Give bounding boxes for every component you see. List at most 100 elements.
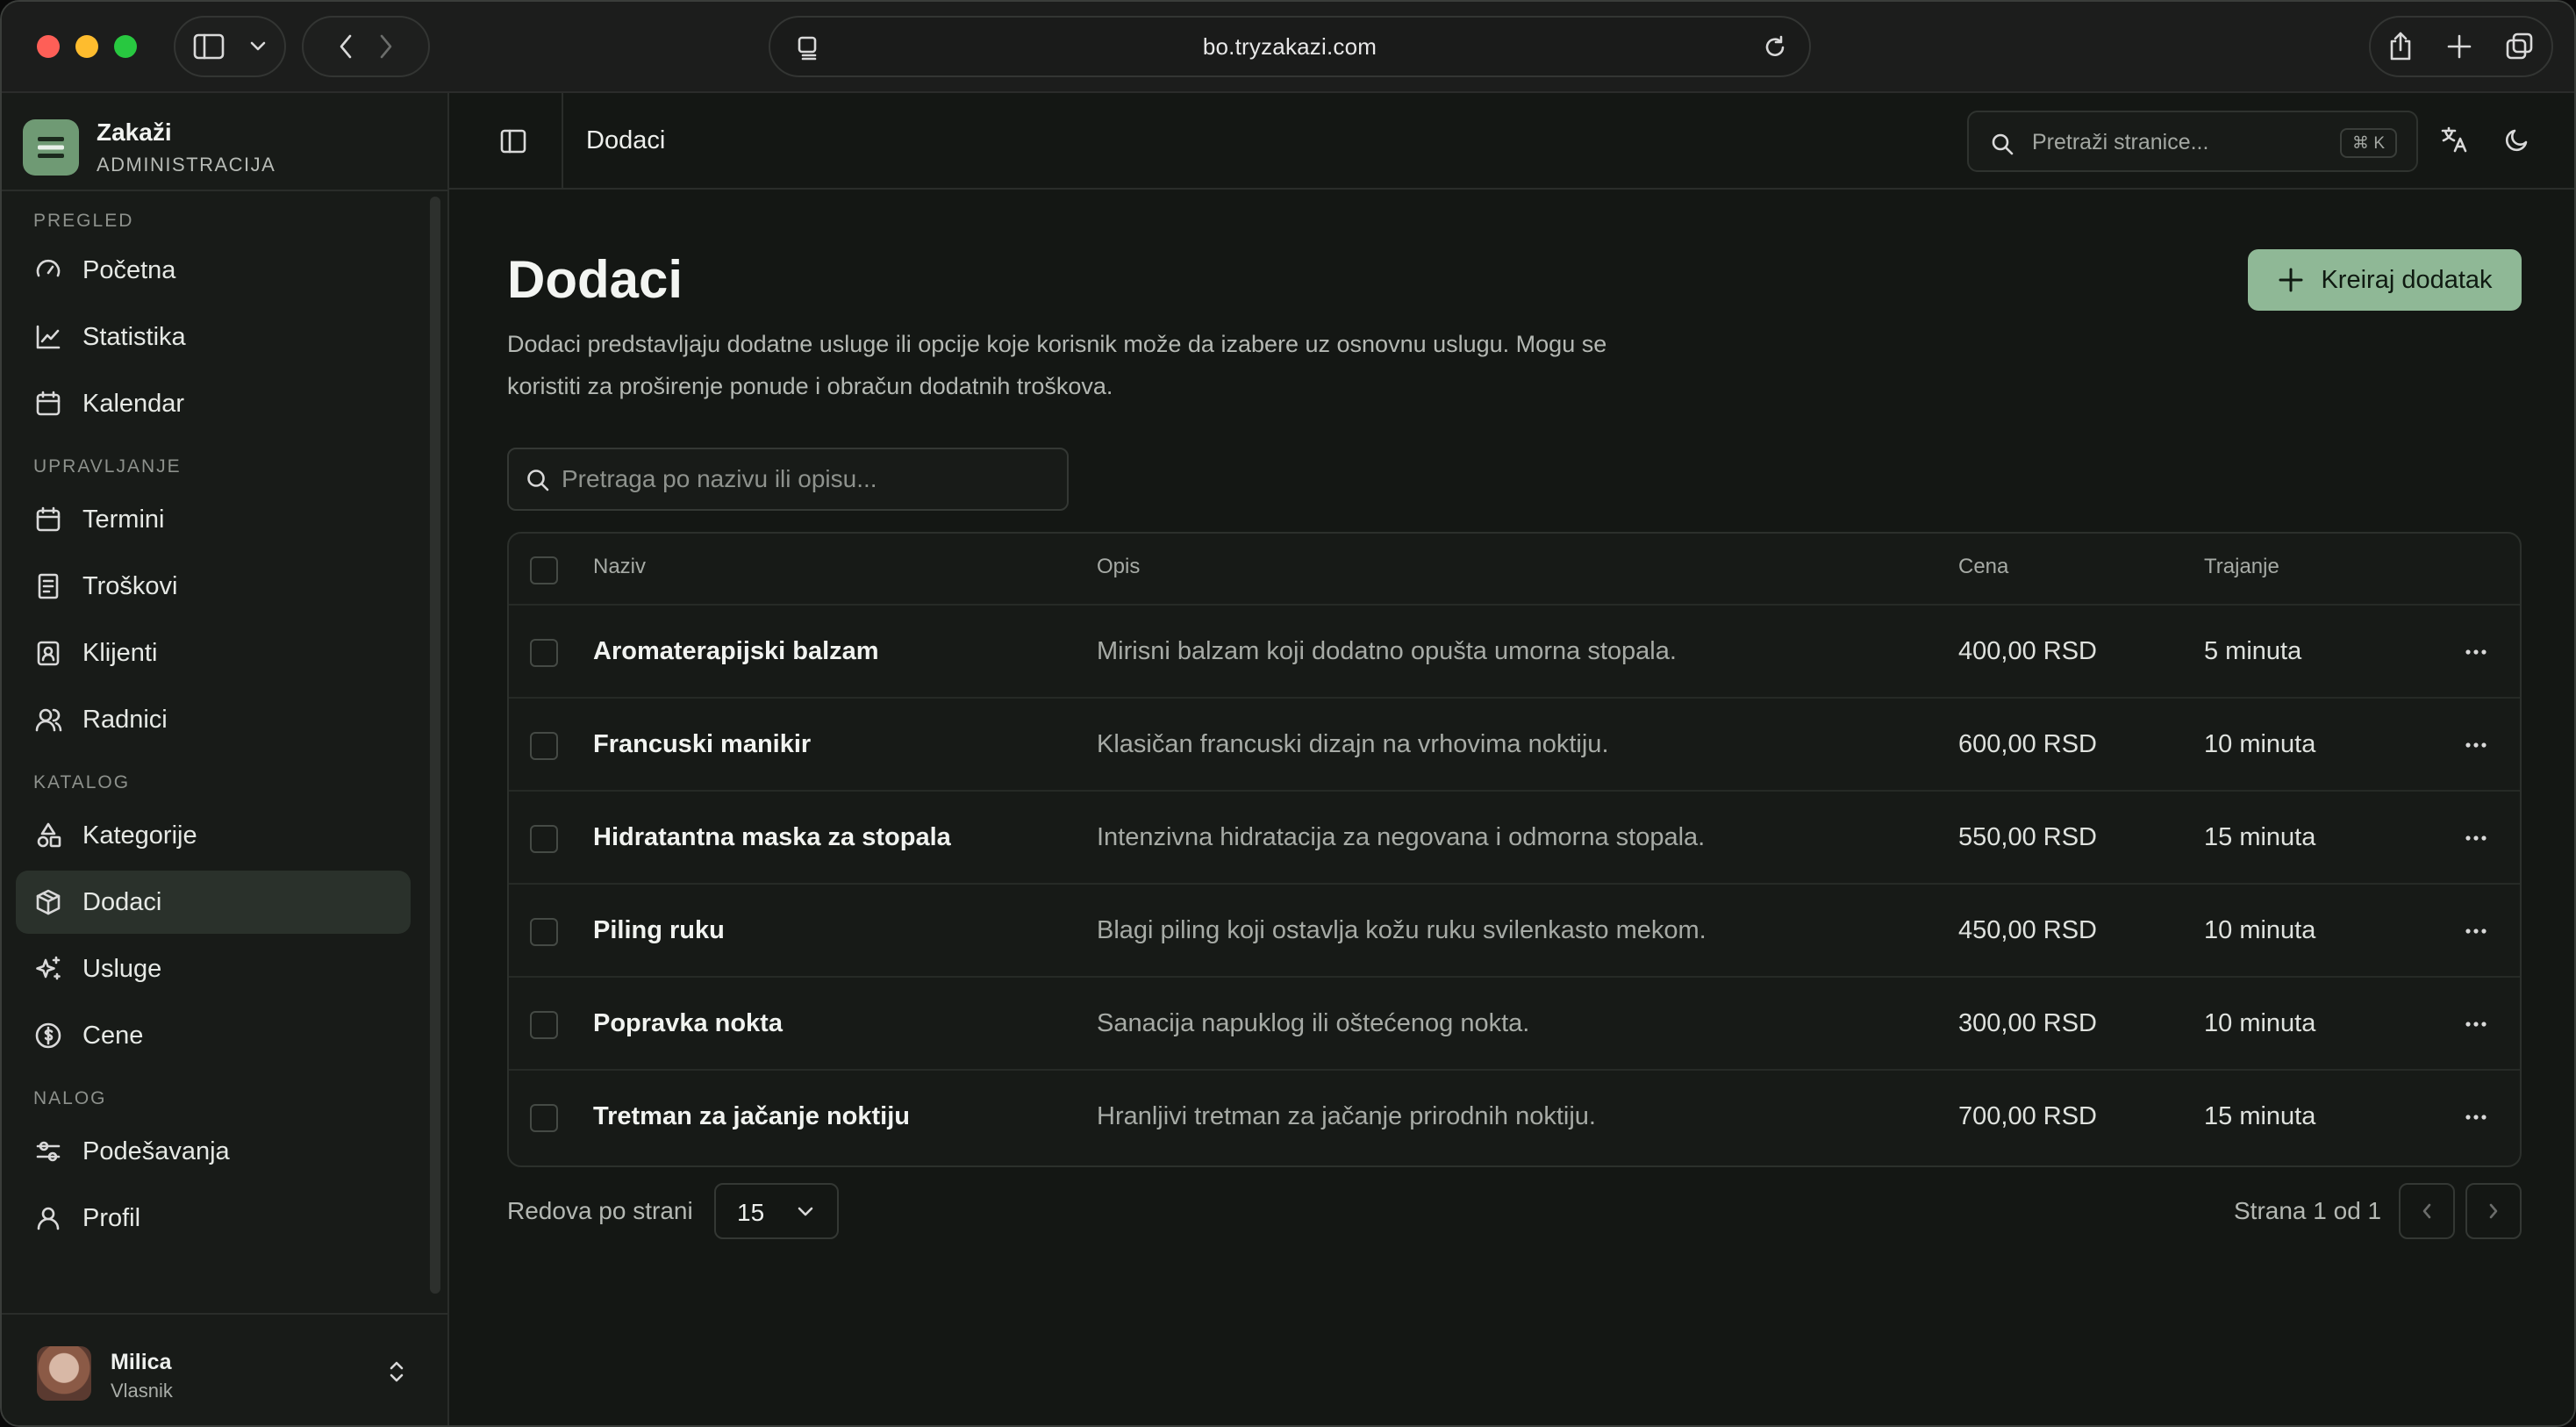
row-checkbox[interactable] bbox=[530, 732, 558, 760]
sidebar-item-label: Usluge bbox=[82, 954, 162, 983]
row-checkbox[interactable] bbox=[530, 639, 558, 667]
rows-per-page-value: 15 bbox=[737, 1199, 765, 1226]
dollar-icon bbox=[33, 1021, 63, 1051]
more-actions-icon[interactable] bbox=[2464, 927, 2488, 936]
column-header-description[interactable]: Opis bbox=[1097, 555, 1140, 579]
row-duration: 15 minuta bbox=[2204, 823, 2316, 851]
more-actions-icon[interactable] bbox=[2464, 1113, 2488, 1122]
calendar-icon bbox=[33, 389, 63, 419]
create-addon-button[interactable]: Kreiraj dodatak bbox=[2248, 249, 2522, 311]
table-row[interactable]: Piling ruku Blagi piling koji ostavlja k… bbox=[509, 883, 2520, 976]
sidebar-item-kategorije[interactable]: Kategorije bbox=[16, 804, 411, 867]
page-description: Dodaci predstavljaju dodatne usluge ili … bbox=[507, 331, 1607, 399]
reader-icon[interactable] bbox=[797, 35, 821, 61]
chevron-down-icon bbox=[250, 41, 266, 51]
more-actions-icon[interactable] bbox=[2464, 834, 2488, 843]
user-name: Milica bbox=[111, 1350, 172, 1374]
sidebar-divider bbox=[2, 190, 447, 191]
sidebar-item-label: Troškovi bbox=[82, 571, 178, 600]
reload-icon[interactable] bbox=[1764, 35, 1788, 61]
sidebar-item-cene[interactable]: Cene bbox=[16, 1004, 411, 1067]
sidebar-icon bbox=[193, 33, 225, 60]
share-icon[interactable] bbox=[2387, 31, 2414, 62]
more-actions-icon[interactable] bbox=[2464, 648, 2488, 656]
avatar bbox=[37, 1346, 91, 1401]
row-duration: 10 minuta bbox=[2204, 1009, 2316, 1037]
filter-search-input[interactable] bbox=[562, 458, 1053, 500]
new-tab-icon[interactable] bbox=[2446, 33, 2472, 60]
sidebar-item-usluge[interactable]: Usluge bbox=[16, 937, 411, 1000]
sidebar-item-label: Kalendar bbox=[82, 389, 185, 418]
back-arrow-icon[interactable] bbox=[338, 33, 354, 60]
more-actions-icon[interactable] bbox=[2464, 1020, 2488, 1029]
page-info: Strana 1 od 1 bbox=[2234, 1197, 2382, 1224]
row-price: 700,00 RSD bbox=[1958, 1102, 2097, 1130]
chevrons-up-down-icon bbox=[390, 1361, 404, 1382]
row-checkbox[interactable] bbox=[530, 918, 558, 946]
sidebar-item-label: Kategorije bbox=[82, 821, 197, 850]
sidebar-toggle-icon[interactable] bbox=[498, 126, 528, 156]
row-price: 550,00 RSD bbox=[1958, 823, 2097, 851]
sidebar-item-dodaci[interactable]: Dodaci bbox=[16, 871, 411, 934]
next-page-button[interactable] bbox=[2465, 1183, 2522, 1239]
sidebar-item-troskovi[interactable]: Troškovi bbox=[16, 555, 411, 618]
column-header-name[interactable]: Naziv bbox=[593, 555, 646, 579]
row-checkbox[interactable] bbox=[530, 1011, 558, 1039]
table-header-row: Naziv Opis Cena Trajanje bbox=[509, 534, 2520, 604]
brand-subtitle: ADMINISTRACIJA bbox=[97, 154, 276, 176]
row-name: Piling ruku bbox=[593, 916, 725, 944]
receipt-icon bbox=[33, 571, 63, 601]
address-bar[interactable]: bo.tryzakazi.com bbox=[769, 16, 1811, 77]
table-row[interactable]: Aromaterapijski balzam Mirisni balzam ko… bbox=[509, 604, 2520, 697]
sidebar-item-label: Dodaci bbox=[82, 887, 162, 916]
minimize-window-button[interactable] bbox=[75, 35, 98, 58]
page-search[interactable]: Pretraži stranice... ⌘ K bbox=[1967, 111, 2418, 172]
row-description: Mirisni balzam koji dodatno opušta umorn… bbox=[1097, 637, 1677, 665]
addons-table: Naziv Opis Cena Trajanje Aromaterapijski… bbox=[507, 532, 2522, 1167]
brand-logo bbox=[23, 119, 79, 176]
menu-logo-icon bbox=[38, 137, 64, 158]
sidebar-item-klijenti[interactable]: Klijenti bbox=[16, 621, 411, 685]
calendar-icon bbox=[33, 505, 63, 534]
row-checkbox[interactable] bbox=[530, 1104, 558, 1132]
more-actions-icon[interactable] bbox=[2464, 741, 2488, 749]
filter-search bbox=[507, 448, 1069, 511]
browser-sidebar-toggle[interactable] bbox=[174, 16, 286, 77]
table-row[interactable]: Popravka nokta Sanacija napuklog ili ošt… bbox=[509, 976, 2520, 1069]
maximize-window-button[interactable] bbox=[114, 35, 137, 58]
table-row[interactable]: Hidratantna maska za stopala Intenzivna … bbox=[509, 790, 2520, 883]
sidebar-item-kalendar[interactable]: Kalendar bbox=[16, 372, 411, 435]
table-row[interactable]: Francuski manikir Klasičan francuski diz… bbox=[509, 697, 2520, 790]
table-row[interactable]: Tretman za jačanje noktiju Hranljivi tre… bbox=[509, 1069, 2520, 1162]
sparkles-icon bbox=[33, 954, 63, 984]
sidebar-item-label: Početna bbox=[82, 255, 176, 284]
select-all-checkbox[interactable] bbox=[530, 556, 558, 584]
row-checkbox[interactable] bbox=[530, 825, 558, 853]
row-name: Francuski manikir bbox=[593, 730, 812, 758]
sidebar-item-podesavanja[interactable]: Podešavanja bbox=[16, 1120, 411, 1183]
forward-arrow-icon[interactable] bbox=[378, 33, 394, 60]
brand[interactable]: Zakaži ADMINISTRACIJA bbox=[23, 114, 275, 181]
package-icon bbox=[33, 887, 63, 917]
sidebar-item-radnici[interactable]: Radnici bbox=[16, 688, 411, 751]
row-duration: 10 minuta bbox=[2204, 730, 2316, 758]
sidebar-item-profil[interactable]: Profil bbox=[16, 1187, 411, 1250]
translate-icon[interactable] bbox=[2439, 125, 2469, 154]
user-menu[interactable]: Milica Vlasnik bbox=[2, 1313, 447, 1425]
page-search-placeholder: Pretraži stranice... bbox=[2032, 130, 2209, 154]
tabs-overview-icon[interactable] bbox=[2505, 32, 2535, 61]
rows-per-page-select[interactable]: 15 bbox=[714, 1183, 839, 1239]
chevron-left-icon bbox=[2422, 1203, 2431, 1219]
sidebar-scrollbar[interactable] bbox=[430, 197, 440, 1294]
sidebar-item-pocetna[interactable]: Početna bbox=[16, 239, 411, 302]
column-header-duration[interactable]: Trajanje bbox=[2204, 555, 2279, 579]
close-window-button[interactable] bbox=[37, 35, 60, 58]
row-price: 450,00 RSD bbox=[1958, 916, 2097, 944]
nav-section-title: KATALOG bbox=[33, 772, 131, 792]
moon-icon[interactable] bbox=[2502, 125, 2532, 154]
column-header-price[interactable]: Cena bbox=[1958, 555, 2008, 579]
sidebar-item-termini[interactable]: Termini bbox=[16, 488, 411, 551]
previous-page-button[interactable] bbox=[2399, 1183, 2455, 1239]
sidebar-item-statistika[interactable]: Statistika bbox=[16, 305, 411, 369]
row-name: Hidratantna maska za stopala bbox=[593, 823, 951, 851]
